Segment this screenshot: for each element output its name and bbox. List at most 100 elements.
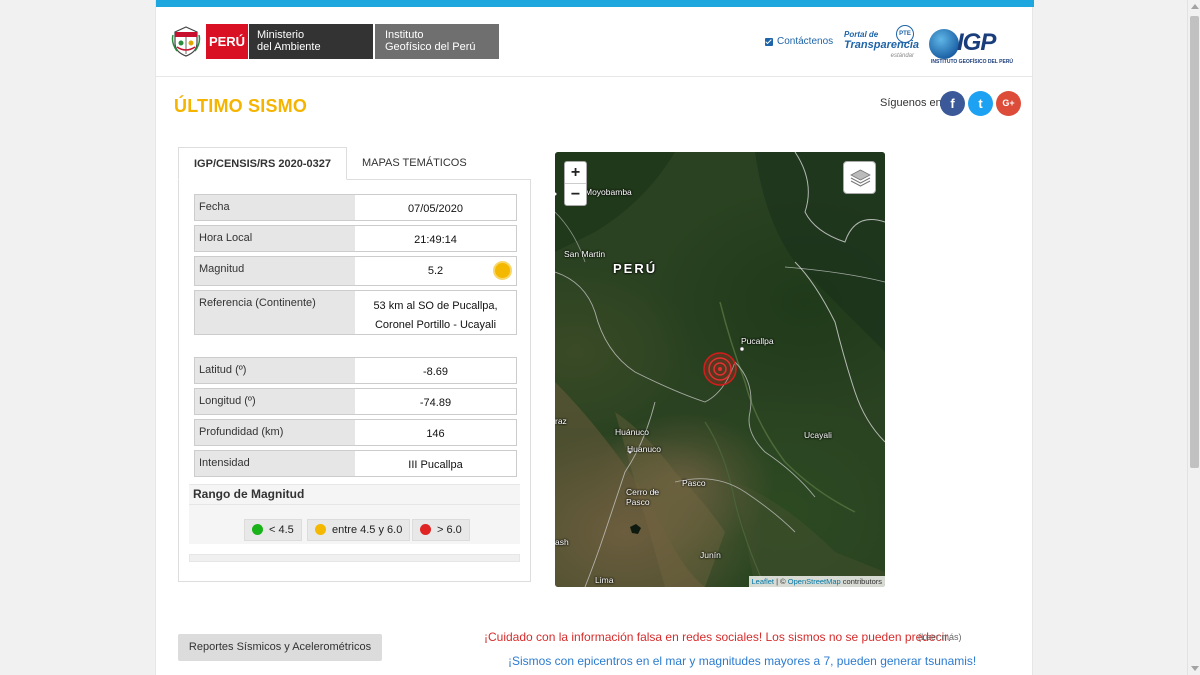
read-more-link[interactable]: (Leer más): [918, 632, 962, 642]
profundidad-label: Profundidad (km): [195, 420, 355, 445]
ministry-line2: del Ambiente: [257, 41, 321, 53]
map-label-peru: PERÚ: [613, 261, 658, 276]
attribution-separator: | ©: [774, 577, 788, 586]
follow-us-label: Síguenos en:: [880, 97, 945, 109]
row-intensidad: Intensidad III Pucallpa: [194, 450, 517, 477]
layers-button[interactable]: [843, 161, 876, 194]
map-label-junin: Junín: [700, 550, 721, 560]
tab-report-id[interactable]: IGP/CENSIS/RS 2020-0327: [178, 147, 347, 180]
tsunami-notice: ¡Sismos con epicentros en el mar y magni…: [508, 654, 977, 668]
map-attribution: Leaflet | © OpenStreetMap contributors: [748, 576, 885, 587]
map-label-huaraz-fragment: raz: [555, 416, 567, 426]
longitud-label: Longitud (º): [195, 389, 355, 414]
contact-link[interactable]: Contáctenos: [765, 36, 833, 47]
institute-label: Instituto Geofísico del Perú: [375, 24, 499, 59]
map-zoom-control: + −: [564, 161, 587, 206]
facebook-icon[interactable]: f: [940, 91, 965, 116]
coat-of-arms-icon: [171, 26, 201, 57]
map-label-cerro-de-pasco-1: Cerro de: [626, 487, 660, 497]
scroll-up-arrow-icon[interactable]: [1191, 4, 1199, 9]
map-label-cerro-de-pasco-2: Pasco: [626, 497, 650, 507]
map-label-pucallpa: Pucallpa: [741, 336, 774, 346]
legend-divider: [189, 504, 520, 505]
page-title: ÚLTIMO SISMO: [174, 96, 308, 116]
scroll-down-arrow-icon[interactable]: [1191, 666, 1199, 671]
map-label-huanuco-city: Huanuco: [627, 444, 662, 454]
epicenter-marker-icon[interactable]: [703, 352, 737, 386]
longitud-value: -74.89: [419, 397, 452, 409]
fecha-label: Fecha: [195, 195, 355, 220]
zoom-in-button[interactable]: +: [565, 162, 586, 184]
map-label-ancash-fragment: ash: [555, 537, 569, 547]
red-dot-icon: [420, 524, 431, 535]
fake-news-warning: ¡Cuidado con la información falsa en red…: [484, 630, 951, 644]
referencia-value: 53 km al SO de Pucallpa, Coronel Portill…: [373, 300, 498, 331]
ministry-label: Ministerio del Ambiente: [248, 24, 373, 59]
row-referencia: Referencia (Continente) 53 km al SO de P…: [194, 290, 517, 335]
map-label-lima: Lima: [595, 575, 614, 585]
checkbox-icon: [765, 37, 773, 46]
row-fecha: Fecha 07/05/2020: [194, 194, 517, 221]
row-hora: Hora Local 21:49:14: [194, 225, 517, 252]
row-magnitud: Magnitud 5.2: [194, 256, 517, 286]
magnitud-value: 5.2: [427, 265, 444, 277]
epicenter-map[interactable]: Moyobamba San Martin PERÚ Pucallpa Ucaya…: [555, 152, 885, 587]
institute-line1: Instituto: [385, 29, 424, 41]
magnitud-label: Magnitud: [195, 257, 355, 285]
latitud-value: -8.69: [422, 366, 449, 378]
igp-logo[interactable]: IGP INSTITUTO GEOFÍSICO DEL PERÚ: [929, 27, 1014, 69]
seismic-reports-button[interactable]: Reportes Sísmicos y Acelerométricos: [178, 634, 382, 661]
profundidad-value: 146: [426, 428, 445, 440]
map-label-moyobamba: Moyobamba: [585, 187, 632, 197]
osm-link[interactable]: OpenStreetMap: [788, 577, 841, 586]
government-brand-bar[interactable]: PERÚ Ministerio del Ambiente Instituto G…: [206, 24, 499, 59]
map-label-ucayali: Ucayali: [804, 430, 832, 440]
site-header: PERÚ Ministerio del Ambiente Instituto G…: [156, 7, 1032, 77]
legend-chip-high: > 6.0: [412, 519, 470, 541]
leaflet-link[interactable]: Leaflet: [752, 577, 775, 586]
pte-badge-icon: PTE: [896, 25, 914, 43]
pucallpa-dot-icon: [739, 346, 745, 352]
hora-label: Hora Local: [195, 226, 355, 251]
latitud-label: Latitud (º): [195, 358, 355, 383]
attribution-contributors: contributors: [840, 577, 882, 586]
green-dot-icon: [252, 524, 263, 535]
magnitude-indicator-icon: [493, 261, 512, 280]
twitter-icon[interactable]: t: [968, 91, 993, 116]
map-label-huanuco-region: Huánuco: [615, 427, 650, 437]
transparency-portal-logo[interactable]: Portal de Transparencia estándar PTE: [844, 25, 919, 67]
legend-chip-low: < 4.5: [244, 519, 302, 541]
map-label-san-martin: San Martin: [564, 249, 606, 259]
yellow-dot-icon: [315, 524, 326, 535]
transparency-line3: estándar: [890, 53, 914, 59]
globe-icon: [929, 29, 959, 59]
scrollbar-thumb[interactable]: [1190, 16, 1199, 468]
zoom-out-button[interactable]: −: [565, 184, 586, 206]
intensidad-value: III Pucallpa: [408, 459, 463, 471]
contact-label: Contáctenos: [777, 36, 834, 47]
legend-low-label: < 4.5: [269, 524, 294, 536]
quake-info-panel: Fecha 07/05/2020 Hora Local 21:49:14 Mag…: [178, 179, 531, 582]
ministry-line1: Ministerio: [257, 29, 305, 41]
googleplus-icon[interactable]: G+: [996, 91, 1021, 116]
legend-chip-mid: entre 4.5 y 6.0: [307, 519, 411, 541]
tab-thematic-maps[interactable]: MAPAS TEMÁTICOS: [347, 147, 482, 180]
moyobamba-dot-icon: [555, 191, 558, 197]
intensidad-label: Intensidad: [195, 451, 355, 476]
igp-logo-subtitle: INSTITUTO GEOFÍSICO DEL PERÚ: [931, 59, 1014, 65]
referencia-label: Referencia (Continente): [195, 291, 355, 334]
layers-icon: [850, 169, 871, 187]
legend-footer-bar: [189, 554, 520, 562]
gov-peru-label: PERÚ: [206, 24, 248, 59]
igp-logo-text: IGP: [957, 29, 996, 56]
legend-mid-label: entre 4.5 y 6.0: [332, 524, 403, 536]
magnitud-value-cell: 5.2: [355, 257, 516, 285]
magnitude-range-legend: Rango de Magnitud < 4.5 entre 4.5 y 6.0 …: [189, 484, 520, 544]
magnitude-range-title: Rango de Magnitud: [193, 487, 305, 501]
top-accent-bar: [156, 0, 1034, 7]
page-container: PERÚ Ministerio del Ambiente Instituto G…: [155, 0, 1034, 675]
institute-line2: Geofísico del Perú: [385, 41, 476, 53]
hora-value: 21:49:14: [414, 234, 457, 246]
fecha-value: 07/05/2020: [407, 203, 464, 215]
page-scrollbar[interactable]: [1187, 0, 1200, 675]
